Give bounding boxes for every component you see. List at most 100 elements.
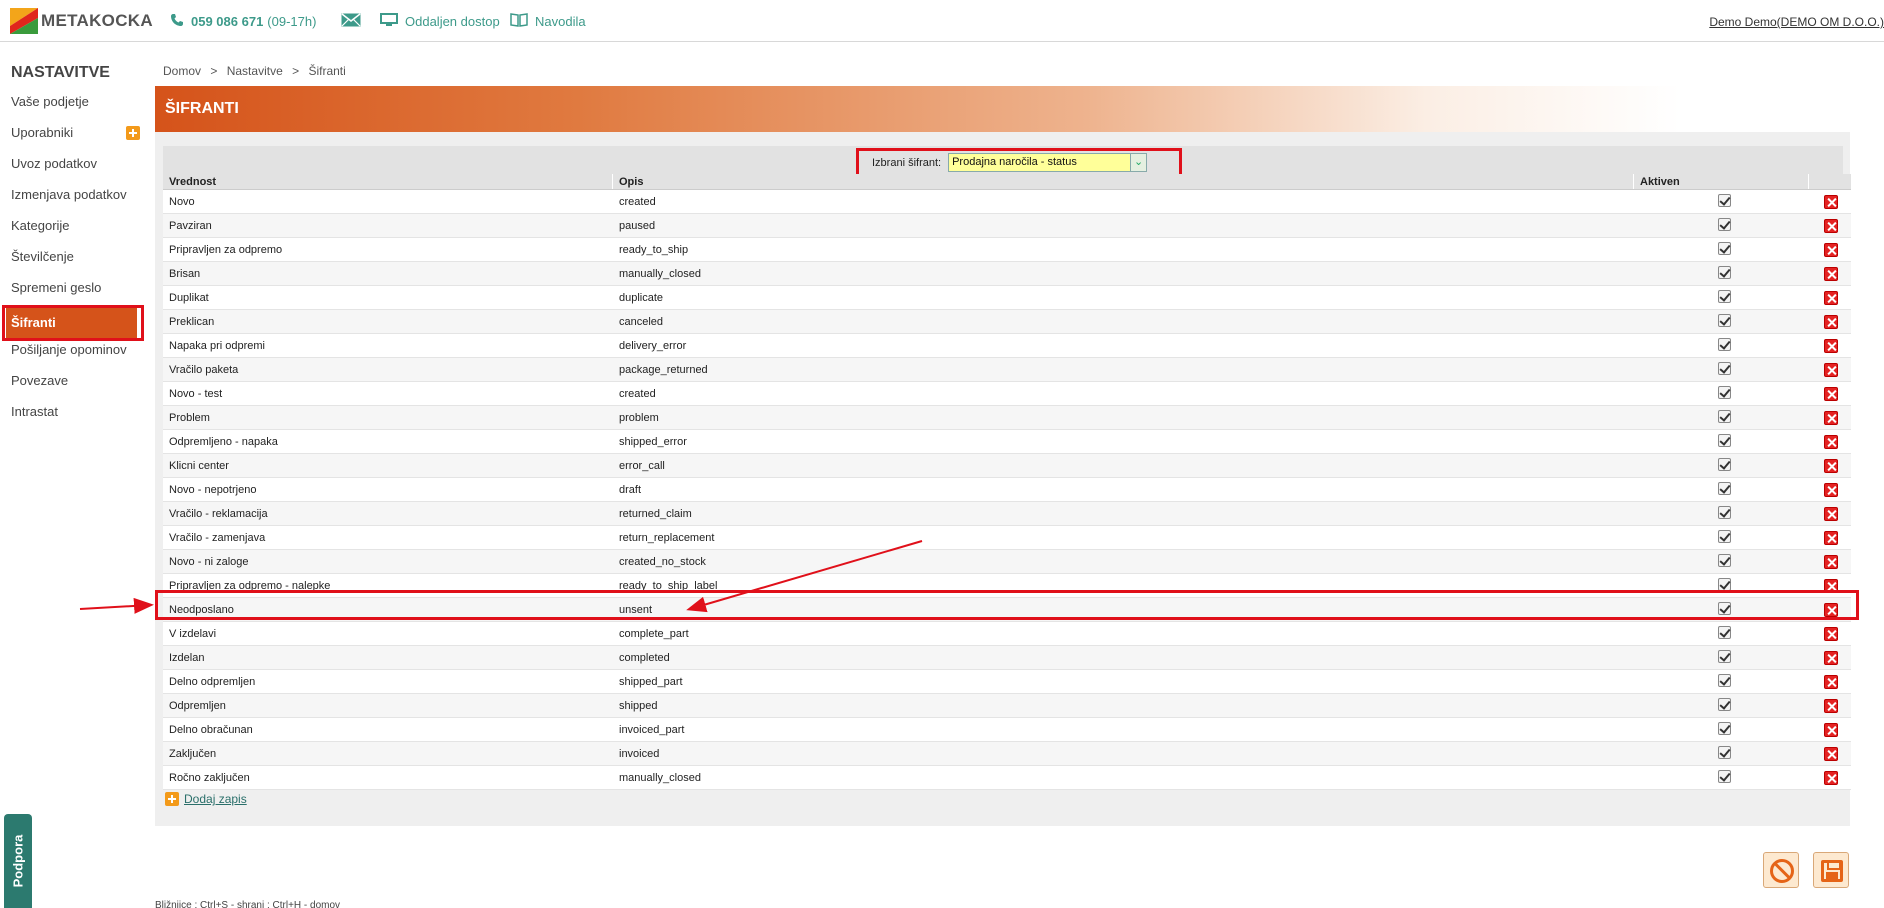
sidebar-item-categories[interactable]: Kategorije: [0, 214, 145, 245]
cell-value[interactable]: Izdelan: [163, 652, 613, 664]
add-user-icon[interactable]: [126, 126, 140, 140]
delete-icon[interactable]: [1824, 410, 1838, 425]
cell-value[interactable]: Napaka pri odpremi: [163, 340, 613, 352]
cell-value[interactable]: Preklican: [163, 316, 613, 328]
cell-description[interactable]: canceled: [613, 316, 1634, 328]
cell-description[interactable]: completed: [613, 652, 1634, 664]
table-row[interactable]: Novo - ni zaloge created_no_stock: [163, 550, 1851, 574]
delete-icon[interactable]: [1824, 698, 1838, 713]
active-checkbox[interactable]: [1718, 337, 1731, 351]
delete-icon[interactable]: [1824, 218, 1838, 233]
sidebar-item-data-exchange[interactable]: Izmenjava podatkov: [0, 183, 145, 214]
active-checkbox[interactable]: [1718, 529, 1731, 543]
cell-description[interactable]: draft: [613, 484, 1634, 496]
table-row[interactable]: Delno obračunan invoiced_part: [163, 718, 1851, 742]
table-row[interactable]: Klicni center error_call: [163, 454, 1851, 478]
logo[interactable]: METAKOCKA: [10, 8, 153, 34]
cell-value[interactable]: Problem: [163, 412, 613, 424]
delete-icon[interactable]: [1824, 482, 1838, 497]
cell-value[interactable]: Ročno zaključen: [163, 772, 613, 784]
table-row[interactable]: Pripravljen za odpremo ready_to_ship: [163, 238, 1851, 262]
table-row[interactable]: Brisan manually_closed: [163, 262, 1851, 286]
breadcrumb-settings[interactable]: Nastavitve: [227, 64, 283, 78]
delete-icon[interactable]: [1824, 434, 1838, 449]
cell-description[interactable]: shipped_error: [613, 436, 1634, 448]
table-row[interactable]: Pavziran paused: [163, 214, 1851, 238]
add-record-link[interactable]: Dodaj zapis: [184, 792, 247, 806]
delete-icon[interactable]: [1824, 194, 1838, 209]
cell-value[interactable]: Brisan: [163, 268, 613, 280]
email-link[interactable]: [341, 13, 368, 30]
table-row[interactable]: Vračilo paketa package_returned: [163, 358, 1851, 382]
cell-value[interactable]: Vračilo - zamenjava: [163, 532, 613, 544]
remote-access-link[interactable]: Oddaljen dostop: [380, 13, 500, 30]
cell-value[interactable]: Pripravljen za odpremo: [163, 244, 613, 256]
cell-description[interactable]: shipped: [613, 700, 1634, 712]
support-tab[interactable]: Podpora: [4, 814, 32, 908]
cell-description[interactable]: error_call: [613, 460, 1634, 472]
cell-value[interactable]: Novo - ni zaloge: [163, 556, 613, 568]
cell-description[interactable]: duplicate: [613, 292, 1634, 304]
cell-value[interactable]: Klicni center: [163, 460, 613, 472]
active-checkbox[interactable]: [1718, 409, 1731, 423]
cell-value[interactable]: Novo: [163, 196, 613, 208]
cell-value[interactable]: Vračilo - reklamacija: [163, 508, 613, 520]
delete-icon[interactable]: [1824, 506, 1838, 521]
active-checkbox[interactable]: [1718, 697, 1731, 711]
table-row[interactable]: V izdelavi complete_part: [163, 622, 1851, 646]
table-row[interactable]: Novo - test created: [163, 382, 1851, 406]
cell-value[interactable]: Novo - nepotrjeno: [163, 484, 613, 496]
table-row[interactable]: Delno odpremljen shipped_part: [163, 670, 1851, 694]
cell-value[interactable]: Vračilo paketa: [163, 364, 613, 376]
cell-description[interactable]: invoiced: [613, 748, 1634, 760]
manuals-link[interactable]: Navodila: [510, 13, 586, 30]
active-checkbox[interactable]: [1718, 481, 1731, 495]
table-row[interactable]: Duplikat duplicate: [163, 286, 1851, 310]
sidebar-item-intrastat[interactable]: Intrastat: [0, 400, 145, 431]
active-checkbox[interactable]: [1718, 505, 1731, 519]
active-checkbox[interactable]: [1718, 265, 1731, 279]
delete-icon[interactable]: [1824, 626, 1838, 641]
save-button[interactable]: [1813, 852, 1849, 888]
active-checkbox[interactable]: [1718, 553, 1731, 567]
cell-value[interactable]: V izdelavi: [163, 628, 613, 640]
active-checkbox[interactable]: [1718, 385, 1731, 399]
sidebar-item-reminders[interactable]: Pošiljanje opominov: [0, 338, 145, 369]
active-checkbox[interactable]: [1718, 217, 1731, 231]
cell-description[interactable]: package_returned: [613, 364, 1634, 376]
user-account-link[interactable]: Demo Demo(DEMO OM D.O.O.): [1709, 15, 1884, 29]
delete-icon[interactable]: [1824, 746, 1838, 761]
delete-icon[interactable]: [1824, 338, 1838, 353]
cell-description[interactable]: manually_closed: [613, 268, 1634, 280]
cell-description[interactable]: return_replacement: [613, 532, 1634, 544]
delete-icon[interactable]: [1824, 554, 1838, 569]
table-row[interactable]: Preklican canceled: [163, 310, 1851, 334]
table-row[interactable]: Odpremljen shipped: [163, 694, 1851, 718]
delete-icon[interactable]: [1824, 290, 1838, 305]
cell-description[interactable]: created: [613, 196, 1634, 208]
breadcrumb-home[interactable]: Domov: [163, 64, 201, 78]
cell-value[interactable]: Zaključen: [163, 748, 613, 760]
cell-value[interactable]: Duplikat: [163, 292, 613, 304]
table-row[interactable]: Izdelan completed: [163, 646, 1851, 670]
column-header-description[interactable]: Opis: [613, 174, 1634, 189]
active-checkbox[interactable]: [1718, 313, 1731, 327]
delete-icon[interactable]: [1824, 674, 1838, 689]
sidebar-item-company[interactable]: Vaše podjetje: [0, 90, 145, 121]
active-checkbox[interactable]: [1718, 577, 1731, 591]
table-row[interactable]: Novo created: [163, 190, 1851, 214]
table-row[interactable]: Odpremljeno - napaka shipped_error: [163, 430, 1851, 454]
table-row[interactable]: Vračilo - zamenjava return_replacement: [163, 526, 1851, 550]
cancel-button[interactable]: [1763, 852, 1799, 888]
column-header-active[interactable]: Aktiven: [1634, 174, 1809, 189]
cell-value[interactable]: Novo - test: [163, 388, 613, 400]
cell-description[interactable]: ready_to_ship: [613, 244, 1634, 256]
cell-description[interactable]: complete_part: [613, 628, 1634, 640]
active-checkbox[interactable]: [1718, 721, 1731, 735]
add-record-row[interactable]: Dodaj zapis: [165, 792, 247, 806]
sidebar-item-change-password[interactable]: Spremeni geslo: [0, 276, 145, 307]
codebook-select[interactable]: Prodajna naročila - status ⌄: [948, 153, 1148, 172]
delete-icon[interactable]: [1824, 770, 1838, 785]
cell-description[interactable]: delivery_error: [613, 340, 1634, 352]
cell-value[interactable]: Delno obračunan: [163, 724, 613, 736]
